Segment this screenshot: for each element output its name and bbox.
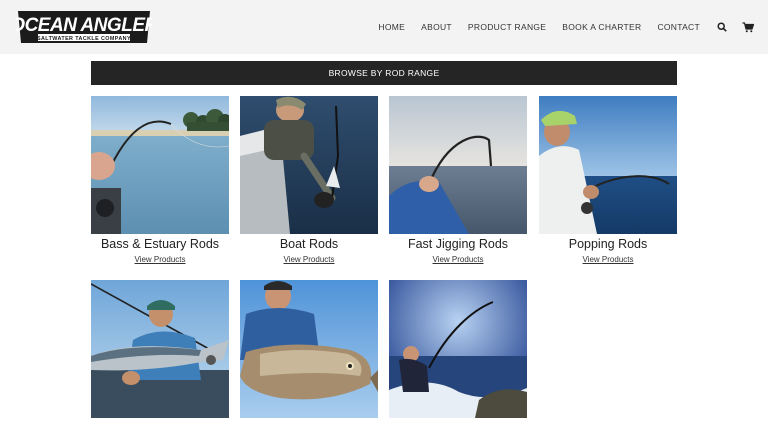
category-image[interactable] bbox=[240, 96, 378, 234]
category-title[interactable]: Popping Rods bbox=[539, 237, 677, 251]
nav-home[interactable]: HOME bbox=[378, 22, 405, 32]
nav-contact[interactable]: CONTACT bbox=[657, 22, 700, 32]
category-title[interactable]: Fast Jigging Rods bbox=[389, 237, 527, 251]
category-image[interactable] bbox=[389, 96, 527, 234]
category-image[interactable] bbox=[91, 280, 229, 418]
category-card-6 bbox=[240, 280, 378, 422]
category-card-5 bbox=[91, 280, 229, 422]
nav-about[interactable]: ABOUT bbox=[421, 22, 452, 32]
category-image[interactable] bbox=[91, 96, 229, 234]
category-title[interactable]: Bass & Estuary Rods bbox=[91, 237, 229, 251]
category-card-bass-estuary: Bass & Estuary Rods View Products bbox=[91, 96, 229, 264]
search-icon[interactable] bbox=[716, 21, 728, 33]
site-header: OCEAN ANGLER SALTWATER TACKLE COMPANY HO… bbox=[0, 0, 768, 54]
category-title[interactable]: Boat Rods bbox=[240, 237, 378, 251]
nav-product-range[interactable]: PRODUCT RANGE bbox=[468, 22, 546, 32]
view-products-link[interactable]: View Products bbox=[91, 255, 229, 264]
category-image[interactable] bbox=[389, 280, 527, 418]
svg-text:SALTWATER TACKLE COMPANY: SALTWATER TACKLE COMPANY bbox=[37, 36, 131, 42]
cart-icon[interactable] bbox=[742, 21, 754, 33]
nav-book-a-charter[interactable]: BOOK A CHARTER bbox=[562, 22, 641, 32]
svg-text:OCEAN ANGLER: OCEAN ANGLER bbox=[16, 15, 152, 36]
brand-logo[interactable]: OCEAN ANGLER SALTWATER TACKLE COMPANY bbox=[10, 9, 159, 45]
view-products-link[interactable]: View Products bbox=[240, 255, 378, 264]
section-heading: BROWSE BY ROD RANGE bbox=[91, 61, 677, 85]
category-card-7 bbox=[389, 280, 527, 422]
category-image[interactable] bbox=[539, 96, 677, 234]
category-image[interactable] bbox=[240, 280, 378, 418]
view-products-link[interactable]: View Products bbox=[389, 255, 527, 264]
view-products-link[interactable]: View Products bbox=[539, 255, 677, 264]
category-card-popping: Popping Rods View Products bbox=[539, 96, 677, 264]
main-nav: HOME ABOUT PRODUCT RANGE BOOK A CHARTER … bbox=[378, 0, 768, 54]
ocean-angler-logo: OCEAN ANGLER SALTWATER TACKLE COMPANY bbox=[10, 11, 159, 43]
category-card-fast-jigging: Fast Jigging Rods View Products bbox=[389, 96, 527, 264]
category-card-boat: Boat Rods View Products bbox=[240, 96, 378, 264]
